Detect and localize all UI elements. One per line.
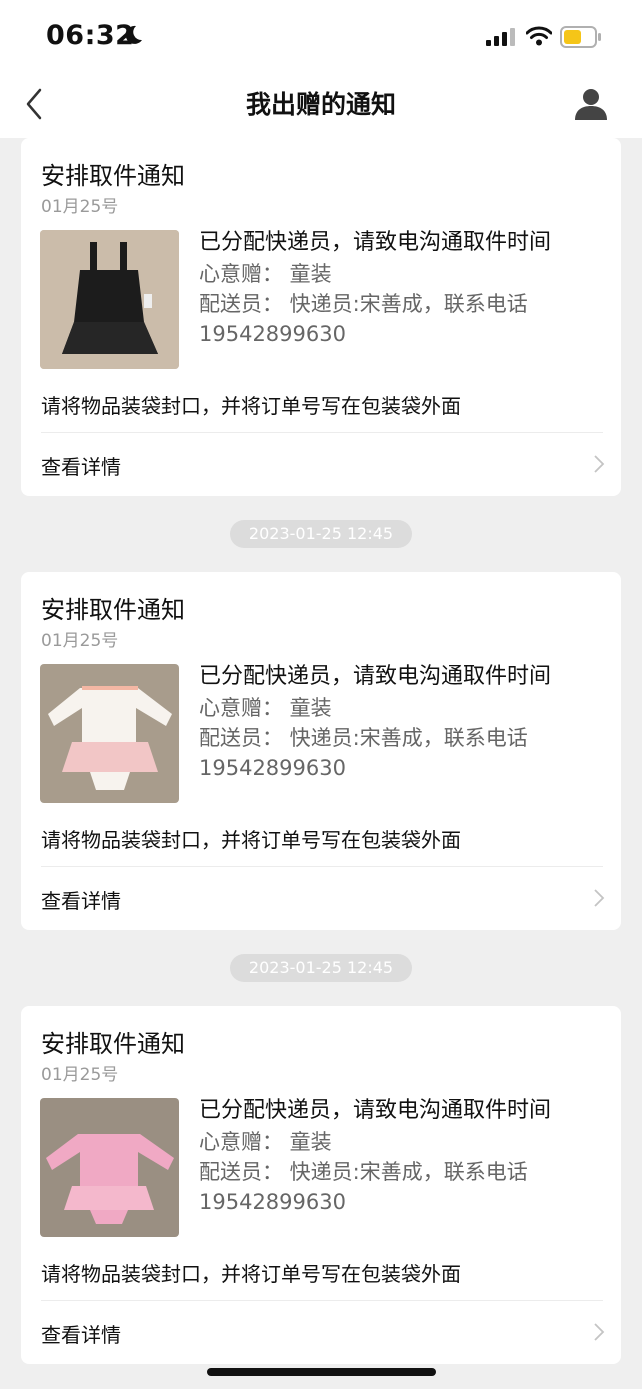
packing-tip: 请将物品装袋封口，并将订单号写在包装袋外面 bbox=[41, 1262, 461, 1286]
moon-icon bbox=[125, 25, 142, 44]
notification-info: 已分配快递员，请致电沟通取件时间 心意赠： 童装 配送员： 快递员:宋善成，联系… bbox=[199, 227, 609, 349]
card-date: 01月25号 bbox=[41, 1065, 119, 1085]
chevron-right-icon[interactable] bbox=[593, 1322, 605, 1342]
notification-headline: 已分配快递员，请致电沟通取件时间 bbox=[199, 1098, 552, 1123]
card-date: 01月25号 bbox=[41, 631, 119, 651]
courier-line: 配送员： 快递员:宋善成，联系电话 bbox=[199, 292, 528, 316]
card-title: 安排取件通知 bbox=[41, 1030, 185, 1058]
courier-line: 配送员： 快递员:宋善成，联系电话 bbox=[199, 1160, 528, 1184]
courier-phone[interactable]: 19542899630 bbox=[199, 319, 609, 349]
chevron-right-icon[interactable] bbox=[593, 454, 605, 474]
view-details-link[interactable]: 查看详情 bbox=[41, 451, 121, 480]
card-date: 01月25号 bbox=[41, 197, 119, 217]
gift-item-line: 心意赠： 童装 bbox=[199, 262, 332, 286]
notification-headline: 已分配快递员，请致电沟通取件时间 bbox=[199, 664, 552, 689]
chevron-right-icon[interactable] bbox=[593, 888, 605, 908]
user-profile-icon[interactable] bbox=[573, 86, 609, 122]
view-details-link[interactable]: 查看详情 bbox=[41, 1319, 121, 1348]
timestamp-badge: 2023-01-25 12:45 bbox=[230, 954, 412, 982]
pink-tutu-romper-image bbox=[40, 1098, 179, 1237]
notification-info: 已分配快递员，请致电沟通取件时间 心意赠： 童装 配送员： 快递员:宋善成，联系… bbox=[199, 1095, 609, 1217]
home-indicator[interactable] bbox=[207, 1368, 436, 1376]
white-tutu-romper-image bbox=[40, 664, 179, 803]
timestamp-badge: 2023-01-25 12:45 bbox=[230, 520, 412, 548]
page-title: 我出赠的通知 bbox=[245, 90, 396, 119]
notification-card: 安排取件通知 01月25号 已分配快递员，请致电沟通取件时间 心意赠： 童装 配… bbox=[21, 572, 621, 930]
courier-line: 配送员： 快递员:宋善成，联系电话 bbox=[199, 726, 528, 750]
notification-headline: 已分配快递员，请致电沟通取件时间 bbox=[199, 230, 552, 255]
gift-item-line: 心意赠： 童装 bbox=[199, 1130, 332, 1154]
card-title: 安排取件通知 bbox=[41, 596, 185, 624]
divider bbox=[41, 1300, 603, 1301]
nav-bar: 我出赠的通知 bbox=[0, 72, 642, 138]
card-title: 安排取件通知 bbox=[41, 162, 185, 190]
divider bbox=[41, 866, 603, 867]
gift-item-line: 心意赠： 童装 bbox=[199, 696, 332, 720]
packing-tip: 请将物品装袋封口，并将订单号写在包装袋外面 bbox=[41, 828, 461, 852]
packing-tip: 请将物品装袋封口，并将订单号写在包装袋外面 bbox=[41, 394, 461, 418]
notification-card: 安排取件通知 01月25号 已分配快递员，请致电沟通取件时间 心意赠： 童装 配… bbox=[21, 138, 621, 496]
notification-info: 已分配快递员，请致电沟通取件时间 心意赠： 童装 配送员： 快递员:宋善成，联系… bbox=[199, 661, 609, 783]
status-bar: 06:32 bbox=[0, 0, 642, 72]
signal-icon bbox=[486, 28, 515, 46]
view-details-link[interactable]: 查看详情 bbox=[41, 885, 121, 914]
courier-phone[interactable]: 19542899630 bbox=[199, 1187, 609, 1217]
wifi-icon bbox=[526, 26, 552, 46]
notification-card: 安排取件通知 01月25号 已分配快递员，请致电沟通取件时间 心意赠： 童装 配… bbox=[21, 1006, 621, 1364]
black-dress-image bbox=[40, 230, 179, 369]
battery-icon bbox=[560, 26, 601, 48]
courier-phone[interactable]: 19542899630 bbox=[199, 753, 609, 783]
divider bbox=[41, 432, 603, 433]
